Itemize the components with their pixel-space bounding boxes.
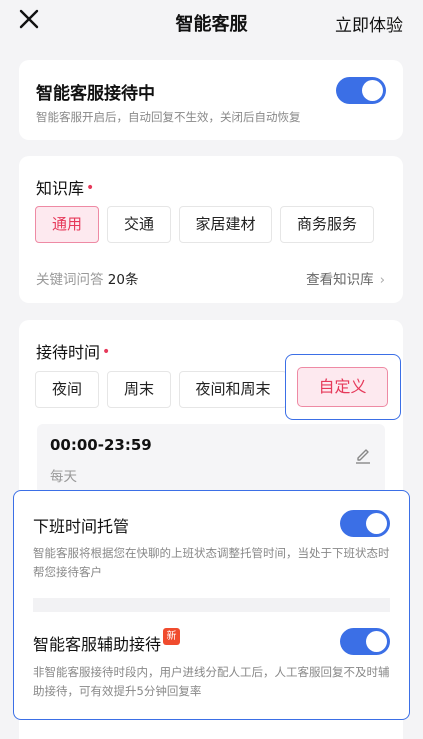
time-chip-night-weekend[interactable]: 夜间和周末: [179, 371, 287, 408]
time-chip-custom[interactable]: 自定义: [297, 367, 388, 407]
required-mark: •: [86, 180, 95, 196]
managed-settings-highlight: 下班时间托管 智能客服将根据您在快聊的上班状态调整托管时间，当处于下班状态时帮您…: [13, 490, 410, 720]
schedule-title: 接待时间 •: [36, 343, 111, 362]
edit-icon[interactable]: [355, 446, 371, 464]
knowledge-title: 知识库 •: [36, 179, 95, 198]
view-knowledge-link[interactable]: 查看知识库 ›: [306, 268, 385, 288]
assist-toggle[interactable]: [340, 628, 390, 655]
new-badge: 新: [163, 628, 181, 645]
reception-toggle[interactable]: [336, 77, 386, 104]
offhours-desc: 智能客服将根据您在快聊的上班状态调整托管时间，当处于下班状态时帮您接待客户: [33, 546, 390, 579]
repeat-label: 每天: [50, 469, 77, 485]
reception-subtitle: 智能客服开启后，自动回复不生效，关闭后自动恢复: [36, 110, 301, 124]
offhours-toggle[interactable]: [340, 510, 390, 537]
chevron-right-icon: ›: [379, 272, 385, 288]
kb-chip-transport[interactable]: 交通: [107, 206, 171, 243]
kb-chip-general[interactable]: 通用: [35, 206, 99, 243]
kb-chip-home-building[interactable]: 家居建材: [179, 206, 272, 243]
assist-desc: 非智能客服接待时段内，用户进线分配人工后，人工客服回复不及时辅助接待，可有效提升…: [33, 665, 390, 698]
time-range-box[interactable]: 00:00-23:59 每天: [37, 424, 385, 494]
required-mark: •: [102, 344, 111, 360]
knowledge-card: 知识库 • 通用 交通 家居建材 商务服务 关键词问答 20条 查看知识库 ›: [19, 156, 403, 303]
assist-title: 智能客服辅助接待新: [33, 628, 181, 655]
time-chip-night[interactable]: 夜间: [35, 371, 99, 408]
divider: [33, 598, 390, 612]
try-now-button[interactable]: 立即体验: [335, 11, 403, 36]
custom-time-highlight: 自定义: [285, 354, 401, 420]
reception-title: 智能客服接待中: [36, 84, 155, 104]
time-chip-weekend[interactable]: 周末: [107, 371, 171, 408]
reception-card: 智能客服接待中 智能客服开启后，自动回复不生效，关闭后自动恢复: [19, 60, 403, 140]
time-range: 00:00-23:59: [50, 436, 152, 454]
kb-chip-business[interactable]: 商务服务: [280, 206, 374, 243]
keyword-qa-info: 关键词问答 20条: [36, 272, 139, 288]
offhours-title: 下班时间托管: [33, 517, 130, 536]
keyword-count: 20条: [107, 272, 139, 288]
nav-bar: 智能客服 立即体验: [0, 0, 423, 44]
